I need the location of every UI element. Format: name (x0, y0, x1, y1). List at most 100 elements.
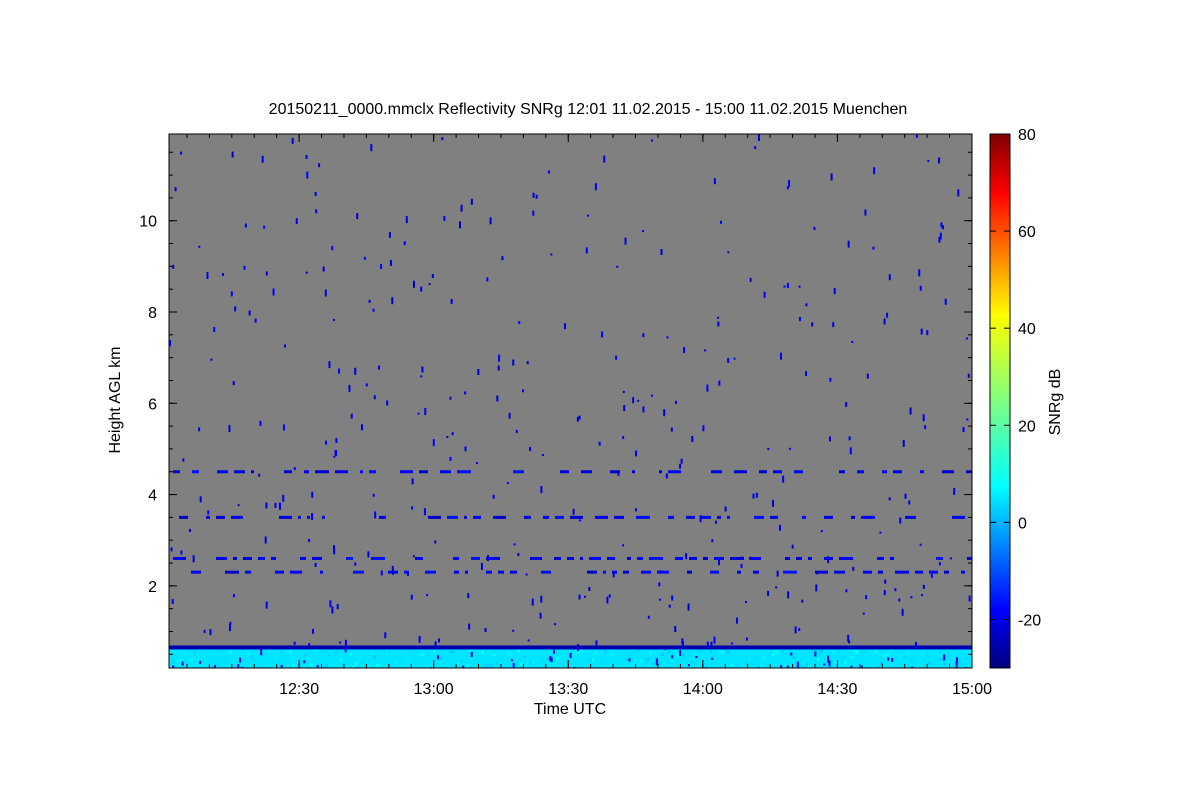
echo-pixel (640, 659, 643, 663)
colorbar-gradient (989, 133, 1011, 669)
noise-speckle (891, 657, 894, 662)
echo-segment (952, 515, 965, 519)
noise-speckle (365, 383, 368, 387)
echo-pixel (748, 656, 751, 660)
noise-speckle (367, 551, 370, 558)
echo-pixel (520, 662, 523, 666)
noise-speckle (239, 657, 242, 663)
noise-speckle (306, 171, 309, 179)
noise-speckle (886, 312, 889, 318)
noise-speckle (192, 555, 195, 563)
noise-speckle (486, 555, 489, 562)
echo-pixel (328, 653, 331, 657)
noise-speckle (512, 663, 515, 668)
echo-segment (878, 570, 883, 574)
noise-speckle (724, 506, 727, 512)
echo-pixel (286, 659, 289, 663)
noise-speckle (283, 424, 286, 431)
noise-speckle (671, 595, 674, 601)
echo-pixel (727, 651, 730, 655)
echo-segment (243, 556, 252, 560)
noise-speckle (740, 563, 743, 568)
echo-pixel (391, 650, 394, 654)
echo-pixel (832, 650, 835, 654)
echo-segment (944, 570, 949, 574)
echo-segment (929, 570, 938, 574)
echo-segment (173, 556, 186, 560)
noise-speckle (748, 556, 751, 560)
colorbar-label: SNRg dB (1047, 369, 1064, 436)
noise-speckle (293, 467, 296, 471)
noise-speckle (823, 663, 826, 666)
noise-speckle (910, 596, 913, 599)
noise-speckle (386, 400, 389, 406)
echo-pixel (451, 650, 454, 654)
noise-speckle (265, 271, 268, 276)
echo-segment (754, 515, 764, 519)
echo-segment (710, 570, 719, 574)
noise-speckle (403, 241, 406, 246)
noise-speckle (864, 209, 867, 216)
echo-pixel (202, 663, 205, 667)
echo-segment (890, 556, 894, 560)
noise-speckle (628, 658, 631, 662)
x-tick-label: 14:30 (817, 681, 857, 698)
echo-pixel (259, 659, 262, 663)
echo-segment (942, 470, 954, 474)
echo-segment (796, 556, 802, 560)
echo-pixel (379, 663, 382, 667)
echo-pixel (646, 657, 649, 661)
noise-speckle (733, 357, 736, 360)
echo-pixel (841, 656, 844, 660)
noise-speckle (674, 400, 677, 404)
noise-speckle (261, 155, 264, 163)
echo-pixel (220, 662, 223, 666)
noise-speckle (832, 322, 835, 328)
noise-speckle (522, 389, 525, 393)
echo-pixel (871, 649, 874, 653)
noise-speckle (904, 493, 907, 499)
noise-speckle (670, 427, 673, 432)
echo-pixel (799, 658, 802, 662)
echo-pixel (937, 658, 940, 662)
echo-pixel (448, 650, 451, 654)
echo-segment (863, 570, 872, 574)
noise-speckle (378, 365, 381, 370)
echo-segment (637, 556, 643, 560)
echo-segment (312, 556, 322, 560)
plot-area: 12:30 13:00 13:30 14:00 14:30 15:00 2 4 6 8 10 (139, 133, 992, 698)
noise-speckle (380, 570, 383, 576)
echo-pixel (532, 660, 535, 664)
echo-pixel (343, 663, 346, 667)
echo-pixel (235, 654, 238, 658)
noise-speckle (642, 333, 645, 338)
noise-speckle (540, 595, 543, 603)
echo-segment (920, 470, 924, 474)
noise-speckle (775, 586, 778, 589)
noise-speckle (354, 562, 357, 566)
echo-segment (936, 556, 943, 560)
noise-speckle (424, 408, 427, 416)
x-tick-label: 13:00 (414, 681, 454, 698)
echo-segment (513, 470, 524, 474)
echo-pixel (751, 663, 754, 667)
echo-pixel (805, 663, 808, 667)
noise-speckle (315, 209, 318, 214)
echo-pixel (850, 655, 853, 659)
noise-speckle (449, 396, 452, 400)
echo-pixel (667, 650, 670, 654)
echo-pixel (409, 650, 412, 654)
echo-pixel (562, 652, 565, 656)
echo-pixel (769, 651, 772, 655)
echo-segment (802, 515, 806, 519)
echo-pixel (460, 660, 463, 664)
noise-speckle (432, 439, 435, 447)
echo-segment (290, 570, 302, 574)
echo-pixel (772, 653, 775, 657)
noise-speckle (829, 436, 832, 442)
noise-speckle (418, 635, 421, 643)
echo-segment (234, 470, 245, 474)
noise-speckle (459, 221, 462, 229)
echo-pixel (775, 650, 778, 654)
echo-pixel (901, 655, 904, 659)
